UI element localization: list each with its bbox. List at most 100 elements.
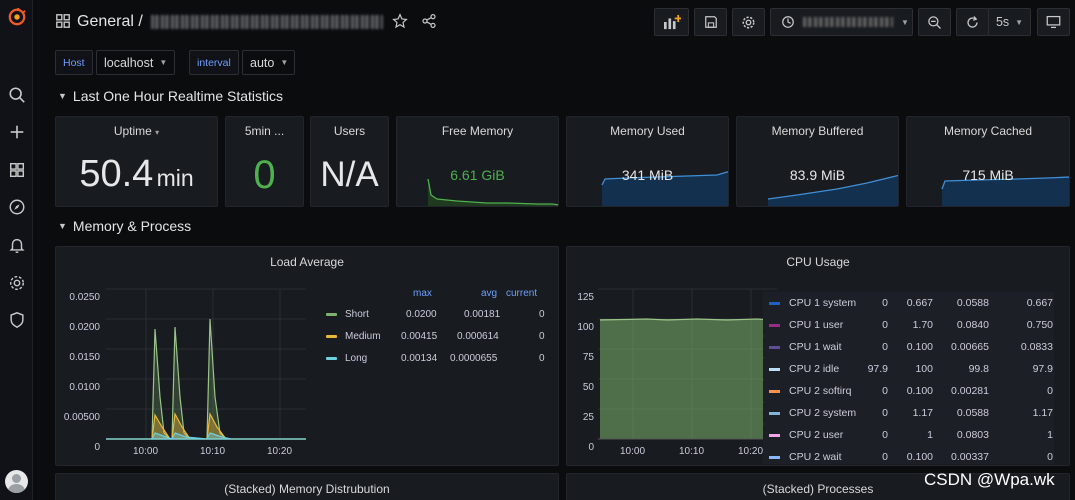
- y-tick: 0.0200: [69, 322, 100, 333]
- redacted-time-range: [803, 17, 893, 27]
- search-icon[interactable]: [6, 84, 27, 105]
- legend-swatch: [769, 456, 780, 459]
- legend-value: 0.00665: [951, 341, 989, 353]
- panel-memory-cached[interactable]: Memory Cached 715 MiB: [906, 116, 1070, 207]
- save-dashboard-button[interactable]: [694, 8, 727, 36]
- legend-col-current[interactable]: current: [506, 288, 537, 299]
- legend-name: CPU 2 softirq: [789, 385, 852, 397]
- chevron-down-icon: ▼: [901, 17, 909, 27]
- panel-free-memory[interactable]: Free Memory 6.61 GiB: [396, 116, 559, 207]
- legend-value: 0: [882, 341, 888, 353]
- refresh-icon: [967, 15, 978, 28]
- x-tick: 10:10: [679, 446, 705, 457]
- alerting-bell-icon[interactable]: [6, 234, 27, 255]
- legend-value: 99.8: [968, 363, 989, 375]
- refresh-interval-picker[interactable]: 5s ▼: [988, 8, 1031, 36]
- dashboard-title[interactable]: General /: [77, 13, 383, 31]
- panel-title[interactable]: Uptime ▾: [56, 124, 217, 138]
- legend-value: 0.0588: [956, 407, 989, 419]
- legend-row-cpu[interactable]: CPU 1 wait 0 0.100 0.00665 0.0833: [763, 336, 1054, 358]
- save-icon: [704, 16, 717, 28]
- legend-swatch: [769, 390, 780, 393]
- zoom-out-button[interactable]: [918, 8, 951, 36]
- panel-memory-buffered[interactable]: Memory Buffered 83.9 MiB: [736, 116, 899, 207]
- panel-memory-used[interactable]: Memory Used 341 MiB: [566, 116, 729, 207]
- y-tick: 0: [94, 442, 100, 453]
- settings-gear-icon[interactable]: [6, 272, 27, 293]
- panel-title[interactable]: Users: [311, 124, 388, 138]
- legend-row-cpu[interactable]: CPU 1 user 0 1.70 0.0840 0.750: [763, 314, 1054, 336]
- chevron-down-icon: ▾: [155, 128, 160, 137]
- legend-row-cpu[interactable]: CPU 2 softirq 0 0.100 0.00281 0: [763, 380, 1054, 402]
- share-icon[interactable]: [421, 13, 437, 29]
- dashboards-icon[interactable]: [6, 159, 27, 180]
- legend-row-short[interactable]: Short 0.0200 0.00181 0: [326, 305, 551, 323]
- stat-number: 50.4: [79, 153, 154, 195]
- legend-row-cpu[interactable]: CPU 2 user 0 1 0.0803 1: [763, 424, 1054, 446]
- variable-select-interval[interactable]: auto ▼: [242, 50, 295, 75]
- panel-title[interactable]: 5min ...: [226, 124, 303, 138]
- sparkline-memory-used: [601, 171, 728, 206]
- legend-swatch: [769, 434, 780, 437]
- legend-current: 0: [539, 308, 545, 320]
- legend-value: 97.9: [1032, 363, 1053, 375]
- add-panel-button[interactable]: [654, 8, 689, 36]
- legend-swatch: [769, 324, 780, 327]
- star-icon[interactable]: [392, 13, 408, 29]
- explore-compass-icon[interactable]: [6, 196, 27, 217]
- sparkline-memory-buffered: [767, 174, 898, 206]
- time-range-picker[interactable]: ▼: [770, 8, 913, 36]
- dashboard-title-text: General /: [77, 13, 143, 30]
- y-axis-labels: 0.0250 0.0200 0.0150 0.0100 0.00500 0: [56, 283, 100, 463]
- grafana-logo-icon[interactable]: [6, 6, 27, 27]
- legend-row-cpu[interactable]: CPU 2 system 0 1.17 0.0588 1.17: [763, 402, 1054, 424]
- legend-value: 1.70: [912, 319, 933, 331]
- legend-avg: 0.00181: [464, 308, 501, 320]
- row-title-text: Memory & Process: [72, 218, 192, 234]
- legend-row-medium[interactable]: Medium 0.00415 0.000614 0: [326, 327, 551, 345]
- panel-cpu-usage[interactable]: CPU Usage 125 100 75 50 25 0 10:00 10:10…: [566, 246, 1070, 466]
- legend-value: 0.0803: [956, 429, 989, 441]
- legend-value: 1: [1047, 429, 1053, 441]
- legend-col-max[interactable]: max: [413, 288, 432, 299]
- panel-title[interactable]: (Stacked) Memory Distrubution: [56, 482, 558, 496]
- row-header-realtime[interactable]: ▼ Last One Hour Realtime Statistics: [58, 88, 283, 104]
- legend-row-cpu[interactable]: CPU 2 wait 0 0.100 0.00337 0: [763, 446, 1054, 464]
- row-header-memory-process[interactable]: ▼ Memory & Process: [58, 218, 191, 234]
- variable-label-interval: interval: [189, 50, 239, 75]
- legend-value: 1.17: [912, 407, 933, 419]
- plus-icon[interactable]: [6, 121, 27, 142]
- legend-value: 97.9: [867, 363, 888, 375]
- refresh-interval-value: 5s: [995, 15, 1010, 29]
- shield-icon[interactable]: [6, 309, 27, 330]
- panel-uptime[interactable]: Uptime ▾ 50.4 min: [55, 116, 218, 207]
- chevron-down-icon: ▼: [1015, 17, 1024, 27]
- legend-col-avg[interactable]: avg: [481, 288, 497, 299]
- panel-memory-distribution[interactable]: (Stacked) Memory Distrubution: [55, 473, 559, 500]
- panel-users[interactable]: Users N/A: [310, 116, 389, 207]
- stat-value: N/A: [320, 155, 379, 194]
- chevron-down-icon: ▼: [159, 58, 168, 67]
- stat-value: 341 MiB: [621, 167, 674, 183]
- legend-swatch: [769, 412, 780, 415]
- row-title-text: Last One Hour Realtime Statistics: [72, 88, 284, 104]
- x-tick: 10:20: [738, 446, 764, 457]
- panel-load-5min[interactable]: 5min ... 0: [225, 116, 304, 207]
- refresh-button[interactable]: [956, 8, 989, 36]
- legend-value: 0: [882, 319, 888, 331]
- legend-row-cpu[interactable]: CPU 1 system 0 0.667 0.0588 0.667: [763, 292, 1054, 314]
- legend-avg: 0.0000655: [450, 352, 498, 364]
- variable-select-host[interactable]: localhost ▼: [96, 50, 175, 75]
- legend-name: CPU 1 wait: [789, 341, 842, 353]
- legend-value: 0: [1047, 451, 1053, 463]
- dashboard-settings-button[interactable]: [732, 8, 765, 36]
- tv-mode-button[interactable]: [1037, 8, 1070, 36]
- legend-value: 0.0588: [956, 297, 989, 309]
- panel-load-average[interactable]: Load Average 0.0250 0.0200 0.0150 0.0100…: [55, 246, 559, 466]
- legend-value: 0.750: [1026, 319, 1053, 331]
- legend-row-long[interactable]: Long 0.00134 0.0000655 0: [326, 349, 551, 367]
- legend-value: 0.100: [906, 341, 933, 353]
- user-avatar[interactable]: [5, 470, 28, 493]
- legend-name: CPU 1 user: [789, 319, 844, 331]
- legend-row-cpu[interactable]: CPU 2 idle 97.9 100 99.8 97.9: [763, 358, 1054, 380]
